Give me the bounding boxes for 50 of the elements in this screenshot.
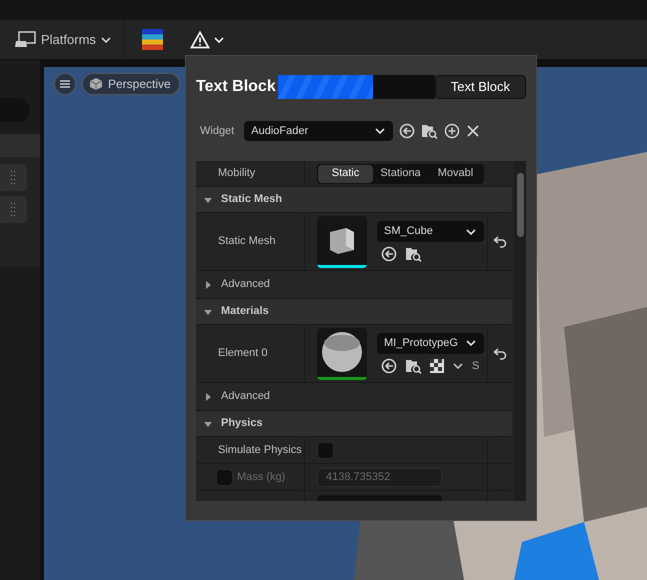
cube-icon <box>89 77 103 91</box>
drag-handle[interactable] <box>0 196 27 223</box>
caret-right-icon[interactable] <box>203 392 213 402</box>
section-header[interactable]: Physics <box>221 415 263 432</box>
folder-search-icon[interactable] <box>405 246 422 262</box>
mobility-option[interactable]: Stationa <box>373 164 428 182</box>
folder-search-icon[interactable] <box>405 358 422 374</box>
reset-arrow-icon[interactable] <box>493 236 507 248</box>
drag-handle[interactable] <box>0 164 27 191</box>
checker-icon[interactable] <box>430 359 444 373</box>
widget-dropdown[interactable]: AudioFader <box>244 121 394 141</box>
reset-arrow-icon[interactable] <box>493 348 507 360</box>
warning-icon <box>190 30 210 48</box>
platforms-button[interactable]: Platforms <box>15 30 112 50</box>
checkbox[interactable] <box>317 442 334 458</box>
monitor-gamepad-icon <box>15 30 37 48</box>
view-mode-button[interactable]: Perspective <box>82 73 180 95</box>
menu-button[interactable] <box>54 73 76 95</box>
text-block-button[interactable]: Text Block <box>434 75 526 99</box>
asset-thumbnail[interactable] <box>317 216 367 268</box>
number-field[interactable] <box>317 495 442 501</box>
folder-search-icon[interactable] <box>421 123 438 139</box>
section-header[interactable]: Static Mesh <box>221 191 282 208</box>
scrollbar-thumb[interactable] <box>516 173 524 237</box>
popup-title: Text Block <box>196 77 276 97</box>
mobility-option[interactable]: Static <box>318 164 373 182</box>
property-label: Static Mesh <box>218 234 276 250</box>
widget-label: Widget <box>200 124 234 139</box>
asset-thumbnail[interactable] <box>317 328 367 380</box>
arrow-left-circle-icon[interactable] <box>381 358 397 374</box>
close-icon[interactable] <box>466 124 480 138</box>
group-label[interactable]: Advanced <box>221 276 270 293</box>
arrow-left-circle-icon[interactable] <box>399 123 416 139</box>
property-label: Mobility <box>218 166 256 182</box>
asset-dropdown[interactable]: SM_Cube <box>377 221 484 242</box>
arrow-left-circle-icon[interactable] <box>381 246 397 262</box>
warning-button[interactable] <box>190 30 225 48</box>
section-header[interactable]: Materials <box>221 303 269 320</box>
group-label[interactable]: Advanced <box>221 388 270 405</box>
mobility-option[interactable]: Movabl <box>428 164 483 182</box>
property-label: Simulate Physics <box>218 442 302 458</box>
sphere-drawing <box>321 331 363 373</box>
property-label: Element 0 <box>218 346 268 362</box>
menu-icon <box>60 80 70 88</box>
truncated-text: S <box>472 358 480 374</box>
asset-dropdown[interactable]: MI_PrototypeG <box>377 332 484 354</box>
add-icon[interactable] <box>444 123 460 139</box>
heatmap-icon[interactable] <box>142 29 163 50</box>
property-label: Mass (kg) <box>237 470 286 485</box>
caret-right-icon[interactable] <box>203 280 213 290</box>
